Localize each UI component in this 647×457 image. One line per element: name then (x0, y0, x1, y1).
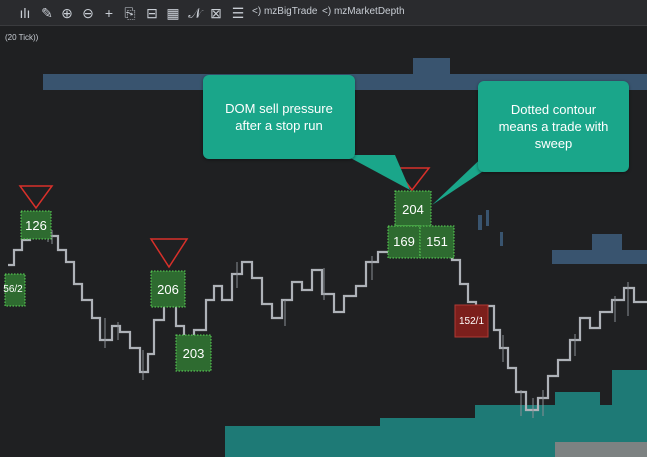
depth-band-right (552, 250, 647, 264)
zoom-out-icon[interactable]: ⊖ (79, 4, 97, 22)
callout-pointer-left (345, 155, 410, 190)
study-tab-mzbigtrade[interactable]: <) mzBigTrade (252, 6, 317, 17)
trade-label-206: 206 (157, 282, 179, 297)
list-icon[interactable]: ☰ (229, 4, 247, 22)
bar-chart-icon[interactable]: ılı (16, 4, 34, 22)
depth-band-top-peak (413, 58, 450, 76)
study-tab-mzmarketdepth[interactable]: <) mzMarketDepth (322, 6, 405, 17)
trade-label-169: 169 (393, 234, 415, 249)
chart-toolbar: ılı ✎ ⊕ ⊖ + ⎘ ⊟ ▦ 𝒩 ⊠ ☰ <) mzBigTrade <)… (0, 0, 647, 26)
indicator-panel-icon[interactable]: ▦ (164, 4, 182, 22)
trade-label-126: 126 (25, 218, 47, 233)
sell-pressure-markers (18, 167, 431, 269)
export-icon[interactable]: ⎘ (121, 4, 139, 22)
callout-dotted-contour: Dotted contour means a trade with sweep (478, 81, 629, 172)
trade-label-204: 204 (402, 202, 424, 217)
crosshair-icon[interactable]: + (100, 4, 118, 22)
market-depth-bottom (225, 370, 647, 457)
draw-line-icon[interactable]: ✎ (38, 4, 56, 22)
trade-boxes (4, 190, 489, 372)
template-icon[interactable]: ⊠ (207, 4, 225, 22)
marker-206 (149, 238, 189, 269)
zoom-in-icon[interactable]: ⊕ (58, 4, 76, 22)
trade-label-152-1: 152/1 (458, 316, 485, 327)
callout-dom-sell-pressure: DOM sell pressure after a stop run (203, 75, 355, 159)
trade-label-203: 203 (182, 346, 205, 361)
trade-label-151: 151 (426, 234, 448, 249)
marker-126 (18, 185, 54, 210)
price-marker-icon[interactable]: ⊟ (143, 4, 161, 22)
price-trace-ticks (47, 228, 629, 418)
trade-label-56-2: 56/2 (3, 284, 23, 295)
study-icon[interactable]: 𝒩 (186, 4, 204, 22)
depth-band-right-peak (592, 234, 622, 251)
price-trace (8, 220, 647, 412)
